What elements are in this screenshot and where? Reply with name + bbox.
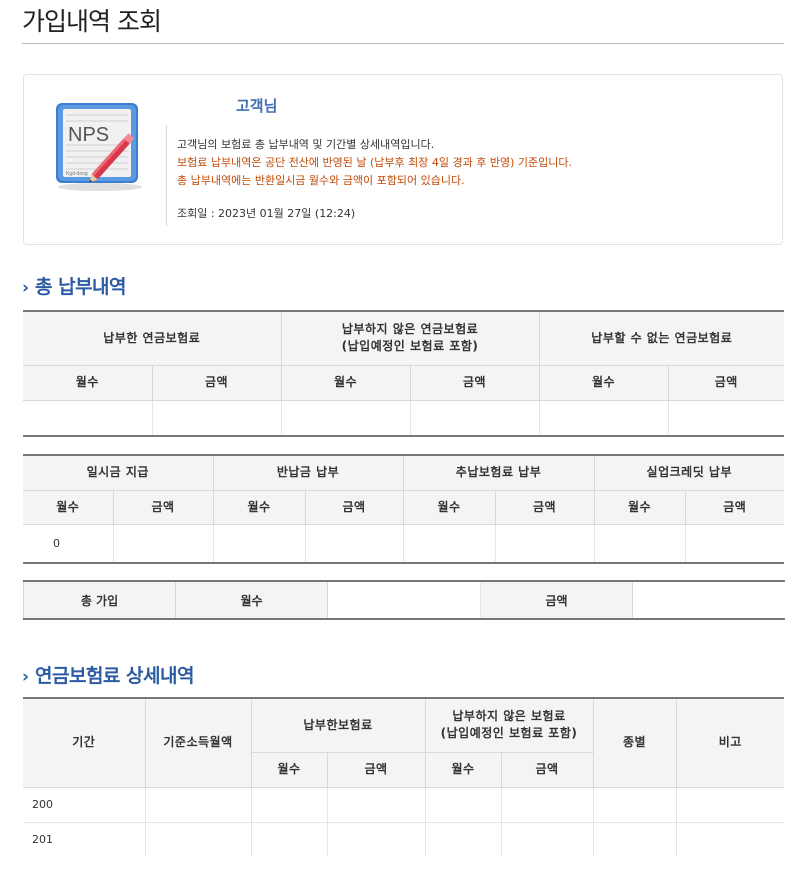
header-amount: 금액 <box>667 365 785 401</box>
table-cell <box>144 787 252 823</box>
info-line-reflection-notice: 보험료 납부내역은 공단 전산에 반영된 날 (납부후 최장 4일 경과 후 반… <box>177 156 572 169</box>
chevron-right-icon: › <box>22 667 29 687</box>
header-months: 월수 <box>538 365 669 401</box>
customer-name: 고객님 <box>236 97 278 115</box>
header-unpaid-premium: 납부하지 않은 연금보험료 (납입예정인 보험료 포함) <box>280 310 540 366</box>
table-cell <box>280 400 411 437</box>
total-months-value <box>327 580 481 620</box>
table-cell <box>675 787 785 823</box>
header-additional-payment: 추납보험료 납부 <box>402 454 595 491</box>
logo-sub: Kgd-dong <box>66 171 88 177</box>
table-row: 0 <box>23 524 785 564</box>
total-amount-value <box>632 580 785 620</box>
table-cell <box>675 822 785 857</box>
header-amount: 금액 <box>409 365 540 401</box>
table-cell <box>593 524 686 564</box>
total-amount-label: 금액 <box>480 580 633 620</box>
table-cell <box>494 524 595 564</box>
table-cell <box>250 822 328 857</box>
info-line-refund-notice: 총 납부내역에는 반환일시금 월수와 금액이 포함되어 있습니다. <box>177 174 465 187</box>
nps-document-icon: NPS Kgd-dong <box>56 103 142 191</box>
table-cell <box>424 787 502 823</box>
table-cell <box>304 524 404 564</box>
header-note: 비고 <box>675 697 785 788</box>
table-cell <box>592 787 677 823</box>
table-row: 200 <box>23 787 785 823</box>
table-cell <box>402 524 496 564</box>
period-cell: 201 <box>23 822 146 857</box>
section-title-total: › 총 납부내역 <box>22 272 127 299</box>
table-row: 총 가입 월수 금액 <box>23 580 785 620</box>
table-cell <box>326 787 426 823</box>
section-title-total-text: 총 납부내역 <box>35 276 127 298</box>
header-repayment: 반납금 납부 <box>212 454 404 491</box>
total-payment-table: 납부한 연금보험료 납부하지 않은 연금보험료 (납입예정인 보험료 포함) 납… <box>23 310 785 437</box>
header-amount: 금액 <box>112 490 214 525</box>
header-paid-premium: 납부한보험료 <box>250 697 426 753</box>
header-amount: 금액 <box>304 490 404 525</box>
header-months: 월수 <box>280 365 411 401</box>
period-cell: 200 <box>23 787 146 823</box>
table-cell <box>500 787 594 823</box>
table-cell <box>538 400 669 437</box>
info-divider <box>166 125 167 226</box>
header-base-income: 기준소득월액 <box>144 697 252 788</box>
header-unpaid-premium: 납부하지 않은 보험료 (납입예정인 보험료 포함) <box>424 697 594 753</box>
table-cell <box>500 822 594 857</box>
table-cell-first: 0 <box>23 524 114 564</box>
section-title-detail: › 연금보험료 상세내역 <box>22 661 194 688</box>
table-cell <box>151 400 282 437</box>
header-lump-sum-payment: 일시금 지급 <box>23 454 214 491</box>
header-amount: 금액 <box>684 490 785 525</box>
header-months: 월수 <box>212 490 306 525</box>
logo-text: NPS <box>68 124 109 146</box>
table-cell <box>144 822 252 857</box>
table-cell <box>23 400 153 437</box>
header-months: 월수 <box>402 490 496 525</box>
section-title-detail-text: 연금보험료 상세내역 <box>35 665 194 687</box>
table-cell <box>212 524 306 564</box>
header-months: 월수 <box>23 365 153 401</box>
table-row <box>23 400 785 437</box>
header-period: 기간 <box>23 697 146 788</box>
header-type: 종별 <box>592 697 677 788</box>
header-months: 월수 <box>593 490 686 525</box>
table-cell <box>326 822 426 857</box>
total-enrollment-table: 총 가입 월수 금액 <box>23 580 785 620</box>
table-cell <box>424 822 502 857</box>
title-divider <box>22 43 784 44</box>
header-amount: 금액 <box>494 490 595 525</box>
table-cell <box>250 787 328 823</box>
detail-table: 기간 기준소득월액 납부한보험료 납부하지 않은 보험료 (납입예정인 보험료 … <box>23 697 785 857</box>
header-unemployment-credit: 실업크레딧 납부 <box>593 454 785 491</box>
total-months-label: 월수 <box>175 580 328 620</box>
table-row: 201 <box>23 822 785 857</box>
header-months: 월수 <box>251 752 328 788</box>
total-enrollment-label: 총 가입 <box>23 580 176 620</box>
table-cell <box>684 524 785 564</box>
query-date: 조회일 : 2023년 01월 27일 (12:24) <box>177 207 356 220</box>
table-cell <box>667 400 785 437</box>
page-title: 가입내역 조회 <box>22 7 162 36</box>
customer-info-box: NPS Kgd-dong 고객님 고객님의 보험료 총 납부내역 및 기간별 상… <box>23 74 783 245</box>
header-amount: 금액 <box>151 365 282 401</box>
header-paid-premium: 납부한 연금보험료 <box>23 310 282 366</box>
table-cell <box>592 822 677 857</box>
header-unpayable-premium: 납부할 수 없는 연금보험료 <box>538 310 785 366</box>
header-amount: 금액 <box>326 752 426 788</box>
special-payment-table: 일시금 지급 반납금 납부 추납보험료 납부 실업크레딧 납부 월수 금액 월수… <box>23 454 785 564</box>
table-cell <box>409 400 540 437</box>
info-line-description: 고객님의 보험료 총 납부내역 및 기간별 상세내역입니다. <box>177 138 435 151</box>
table-cell <box>112 524 214 564</box>
header-amount: 금액 <box>500 752 594 788</box>
chevron-right-icon: › <box>22 278 29 298</box>
header-months: 월수 <box>424 752 502 788</box>
header-months: 월수 <box>23 490 114 525</box>
